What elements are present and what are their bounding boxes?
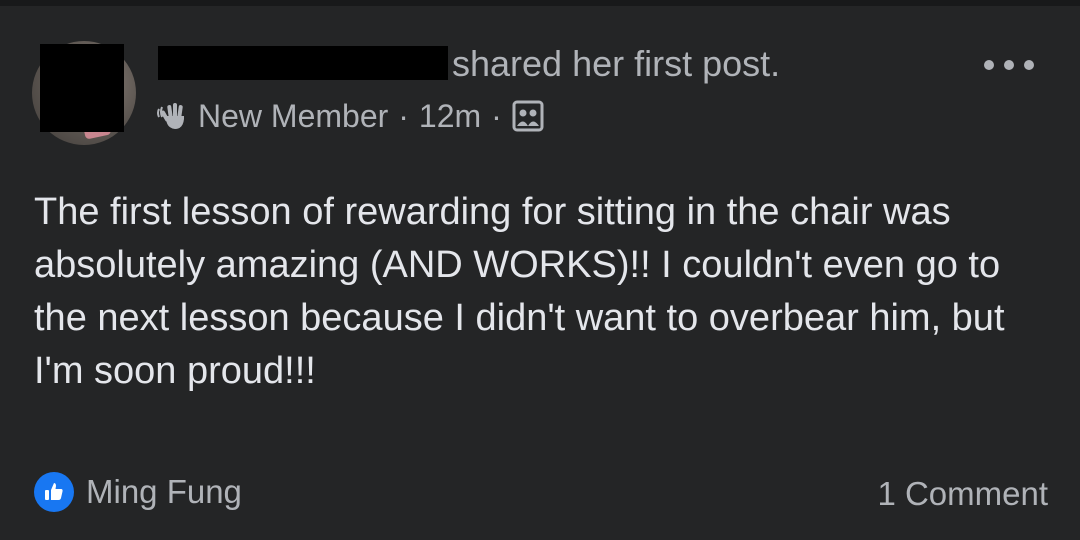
more-dot <box>1004 60 1014 70</box>
more-dot <box>984 60 994 70</box>
post-time[interactable]: 12m <box>419 98 481 135</box>
more-dot <box>1024 60 1034 70</box>
wave-hand-icon <box>156 99 190 133</box>
like-icon <box>34 472 74 512</box>
reactor-name: Ming Fung <box>86 473 242 510</box>
post-body-text: The first lesson of rewarding for sittin… <box>34 191 1005 392</box>
author-name-redaction[interactable] <box>158 46 448 80</box>
member-badge: New Member <box>198 97 389 134</box>
reactions-summary[interactable]: Ming Fung <box>34 470 242 514</box>
comment-count-link[interactable]: 1 Comment <box>877 472 1048 516</box>
post-card: shared her first post. New Member · 12m … <box>0 6 1080 540</box>
post-meta: New Member · 12m · <box>156 96 544 136</box>
avatar-redaction <box>40 44 124 132</box>
post-action-text: shared her first post. <box>452 43 781 84</box>
more-options-icon[interactable] <box>984 50 1034 80</box>
meta-separator: · <box>398 97 409 134</box>
meta-separator: · <box>491 97 502 134</box>
group-icon <box>512 100 544 132</box>
